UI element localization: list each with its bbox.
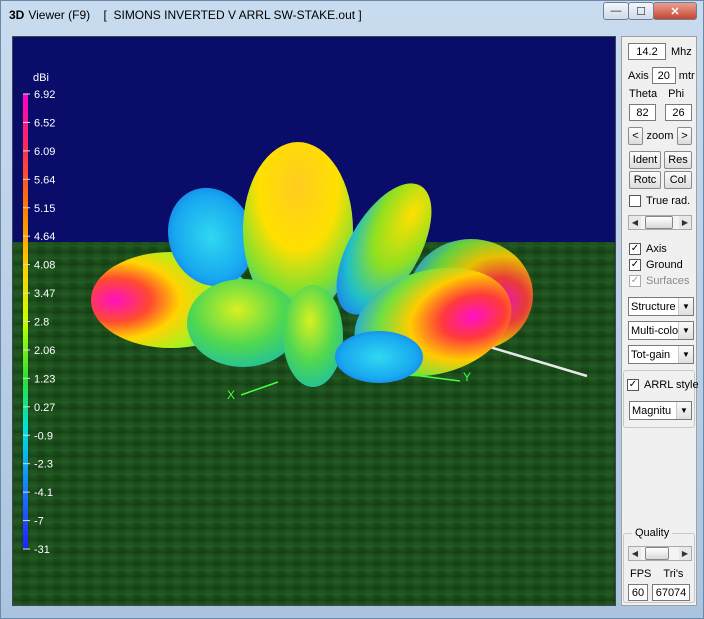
quality-title: Quality (632, 527, 673, 539)
true-rad-checkbox[interactable] (629, 195, 641, 207)
arrl-style-label: ARRL style (644, 379, 699, 391)
surfaces-checkbox: ✓ (629, 275, 641, 287)
legend-tick-label: 6.92 (34, 89, 55, 101)
fps-value: 60 (628, 584, 648, 601)
theta-input[interactable]: 82 (629, 104, 656, 121)
axis-length-label: Axis (628, 69, 649, 82)
zoom-label: zoom (646, 130, 674, 142)
legend-tick-label: -7 (34, 516, 44, 528)
legend-tick-label: -2.3 (34, 459, 53, 471)
true-rad-slider[interactable]: ◀ ▶ (628, 215, 692, 230)
gain-select[interactable]: Tot-gain ▼ (628, 345, 694, 364)
minimize-button[interactable]: — (603, 2, 629, 20)
close-button[interactable]: ✕ (653, 2, 697, 20)
col-button[interactable]: Col (664, 171, 692, 189)
theta-label: Theta (629, 88, 658, 100)
legend-tick-label: 2.06 (34, 345, 55, 357)
chevron-down-icon: ▼ (678, 322, 693, 339)
arrl-style-checkbox[interactable]: ✓ (627, 379, 639, 391)
legend-tick-label: 4.64 (34, 231, 55, 243)
radiation-pattern-render[interactable]: X Y dBi 6.92 6.52 6.09 5.64 5.15 4.64 4.08 3.47… (13, 37, 616, 606)
zoom-in-button[interactable]: > (677, 127, 692, 145)
legend-tick-label: 5.15 (34, 203, 55, 215)
chevron-down-icon: ▼ (678, 346, 693, 363)
res-button[interactable]: Res (664, 151, 692, 169)
axis-checkbox[interactable]: ✓ (629, 243, 641, 255)
tris-value: 67074 (652, 584, 690, 601)
app-logo: 3D (9, 8, 25, 22)
color-mode-select[interactable]: Multi-colo ▼ (628, 321, 694, 340)
legend-tick-label: 1.23 (34, 373, 55, 385)
quality-slider[interactable]: ◀ ▶ (628, 546, 692, 561)
maximize-button[interactable]: ☐ (628, 2, 654, 20)
x-axis-label: X (227, 388, 235, 402)
legend-tick-label: 0.27 (34, 402, 55, 414)
slider-left-icon[interactable]: ◀ (629, 216, 641, 229)
slider-thumb[interactable] (645, 547, 669, 560)
axis-length-input[interactable]: 20 (651, 67, 676, 84)
ground-checkbox[interactable]: ✓ (629, 259, 641, 271)
ident-button[interactable]: Ident (629, 151, 661, 169)
slider-right-icon[interactable]: ▶ (679, 547, 691, 560)
arrl-mode-select[interactable]: Magnitu ▼ (629, 401, 692, 420)
chevron-down-icon: ▼ (678, 298, 693, 315)
legend-tick-label: 6.09 (34, 146, 55, 158)
window-title: Viewer (F9) [ SIMONS INVERTED V ARRL SW-… (28, 8, 362, 22)
close-icon: ✕ (670, 5, 680, 18)
legend-unit: dBi (33, 72, 49, 84)
rotc-button[interactable]: Rotc (629, 171, 661, 189)
legend-tick-label: 3.47 (34, 288, 55, 300)
tris-label: Tri's (663, 568, 684, 580)
legend-tick-label: 2.8 (34, 317, 49, 329)
window-controls: — ☐ ✕ (603, 2, 697, 20)
frequency-input[interactable]: 14.2 (628, 43, 666, 60)
true-rad-label: True rad. (646, 195, 691, 207)
slider-right-icon[interactable]: ▶ (679, 216, 691, 229)
axis-length-unit: mtr (678, 69, 695, 82)
zoom-out-button[interactable]: < (628, 127, 643, 145)
chevron-down-icon: ▼ (676, 402, 691, 419)
legend-tick-label: 6.52 (34, 117, 55, 129)
fps-label: FPS (630, 568, 652, 580)
legend-tick-label: -0.9 (34, 430, 53, 442)
legend-tick-label: -4.1 (34, 487, 53, 499)
surfaces-check-label: Surfaces (646, 275, 690, 287)
viewer-window: 3D Viewer (F9) [ SIMONS INVERTED V ARRL … (0, 0, 704, 619)
legend-tick-label: 5.64 (34, 174, 55, 186)
frequency-unit: Mhz (671, 45, 692, 58)
legend-tick-label: 4.08 (34, 260, 55, 272)
slider-left-icon[interactable]: ◀ (629, 547, 641, 560)
legend-tick-label: -31 (34, 544, 50, 556)
lobe-center (283, 285, 343, 387)
slider-thumb[interactable] (645, 216, 673, 229)
y-axis-label: Y (463, 370, 471, 384)
ground-check-label: Ground (646, 259, 683, 271)
title-bar[interactable]: 3D Viewer (F9) [ SIMONS INVERTED V ARRL … (1, 1, 703, 29)
maximize-icon: ☐ (636, 5, 646, 18)
axis-check-label: Axis (646, 243, 667, 255)
phi-label: Phi (668, 88, 685, 100)
3d-viewport[interactable]: X Y dBi 6.92 6.52 6.09 5.64 5.15 4.64 4.08 3.47… (12, 36, 616, 606)
minimize-icon: — (610, 5, 622, 17)
phi-input[interactable]: 26 (665, 104, 692, 121)
structure-select[interactable]: Structure ▼ (628, 297, 694, 316)
control-panel: 14.2 Mhz Axis 20 mtr Theta Phi 82 26 < z… (621, 36, 699, 606)
